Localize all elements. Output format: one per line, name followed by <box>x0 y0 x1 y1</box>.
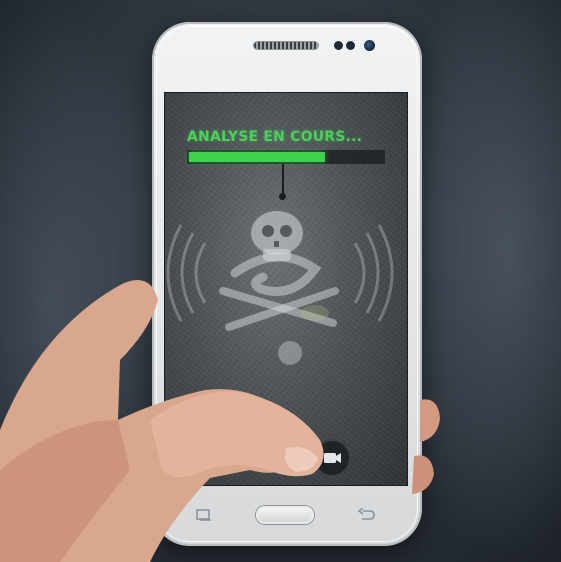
recent-apps-icon[interactable] <box>196 509 212 521</box>
home-button[interactable] <box>256 506 314 524</box>
analysis-progress-fill <box>189 152 325 162</box>
proximity-sensor <box>334 41 343 50</box>
smartphone: ANALYSE EN COURS... <box>152 22 422 546</box>
speaker-grille <box>254 42 318 49</box>
analysis-status-label: ANALYSE EN COURS... <box>187 129 363 145</box>
scan-pointer-line <box>282 164 284 194</box>
back-arrow-icon[interactable] <box>358 508 376 522</box>
photo-scene: ANALYSE EN COURS... <box>0 0 561 562</box>
app-screen: ANALYSE EN COURS... <box>164 92 408 486</box>
analysis-progress-bar <box>187 150 385 164</box>
signal-arcs-left <box>166 224 207 322</box>
background-blur-left <box>0 0 170 562</box>
record-video-button[interactable] <box>315 441 349 475</box>
front-camera <box>364 40 375 51</box>
video-camera-icon <box>324 453 341 463</box>
signal-arcs-right <box>353 224 394 322</box>
scan-pointer-dot <box>279 193 286 200</box>
skull-scan-image <box>166 211 394 365</box>
light-sensor <box>346 41 355 50</box>
